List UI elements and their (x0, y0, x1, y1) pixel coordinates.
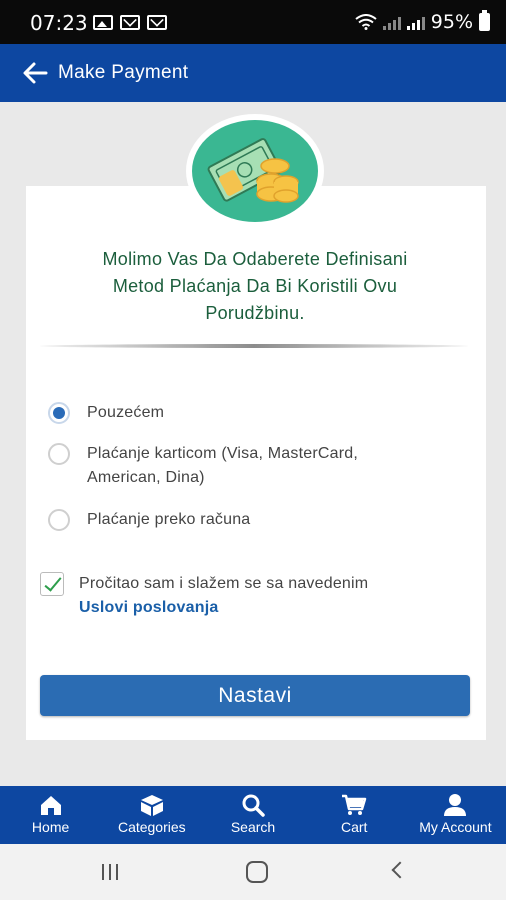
image-icon (93, 15, 113, 30)
battery-icon (479, 10, 490, 31)
recent-apps-icon[interactable] (102, 864, 118, 880)
page-title: Make Payment (58, 62, 189, 83)
wifi-icon (355, 14, 377, 30)
payment-method-cod[interactable]: Pouzećem (48, 401, 164, 425)
nav-label: Cart (340, 819, 368, 835)
search-icon (242, 794, 265, 817)
prompt-line: Metod Plaćanja Da Bi Koristili Ovu (112, 276, 398, 296)
payment-method-label: Plaćanje preko računa (87, 511, 251, 528)
mail-icon (120, 15, 140, 30)
arrow-left-icon[interactable] (22, 61, 48, 85)
nav-label: Home (31, 819, 70, 835)
nav-item-search[interactable]: Search (202, 786, 303, 844)
radio-unselected[interactable] (48, 509, 70, 531)
payment-method-label-line: Plaćanje karticom (Visa, MasterCard, (87, 445, 358, 462)
account-icon (444, 794, 467, 816)
terms-label: Pročitao sam i slažem se sa navedenim (79, 575, 369, 592)
payment-method-label-line: American, Dina) (87, 469, 205, 486)
status-indicators: 95% (355, 10, 490, 33)
signal-icon (406, 14, 425, 30)
radio-selected[interactable] (48, 402, 70, 424)
prompt-line: Porudžbinu. (205, 303, 305, 323)
money-cash-coins-icon (207, 138, 299, 203)
home-icon (40, 796, 61, 815)
status-bar: 07:23 95% (0, 0, 506, 44)
app-bar: Make Payment (0, 44, 506, 102)
nav-item-home[interactable]: Home (0, 786, 101, 844)
divider (40, 344, 468, 348)
payment-method-label: Plaćanje karticom (Visa, MasterCard, Ame… (87, 442, 358, 490)
terms-checkbox[interactable] (40, 572, 64, 596)
home-button-icon[interactable] (246, 861, 268, 883)
payment-prompt: Molimo Vas Da Odaberete Definisani Metod… (40, 246, 470, 327)
terms-text: Pročitao sam i slažem se sa navedenim Us… (79, 572, 368, 620)
money-illustration (186, 114, 324, 228)
mail-icon (147, 15, 167, 30)
nav-item-cart[interactable]: Cart (304, 786, 405, 844)
payment-method-card[interactable]: Plaćanje karticom (Visa, MasterCard, Ame… (48, 442, 358, 490)
radio-unselected[interactable] (48, 443, 70, 465)
payment-method-invoice[interactable]: Plaćanje preko računa (48, 508, 250, 532)
nav-item-account[interactable]: My Account (405, 786, 506, 844)
notification-icons (93, 15, 167, 30)
system-nav-bar (0, 844, 506, 900)
signal-icon (382, 14, 401, 30)
prompt-line: Molimo Vas Da Odaberete Definisani (102, 249, 408, 269)
categories-icon (140, 795, 163, 816)
nav-label: My Account (419, 819, 492, 835)
nav-label: Search (230, 819, 276, 835)
status-time: 07:23 (30, 11, 88, 35)
nav-label: Categories (117, 819, 186, 835)
battery-percent: 95% (430, 11, 473, 33)
back-button-icon[interactable] (391, 861, 409, 879)
cart-icon (342, 794, 367, 815)
payment-method-label: Pouzećem (87, 404, 165, 421)
bottom-nav: Home Categories Search Cart My Account (0, 786, 506, 844)
continue-button[interactable]: Nastavi (40, 675, 470, 716)
terms-agreement: Pročitao sam i slažem se sa navedenim Us… (40, 572, 368, 620)
nav-item-categories[interactable]: Categories (101, 786, 202, 844)
terms-link[interactable]: Uslovi poslovanja (79, 596, 368, 620)
